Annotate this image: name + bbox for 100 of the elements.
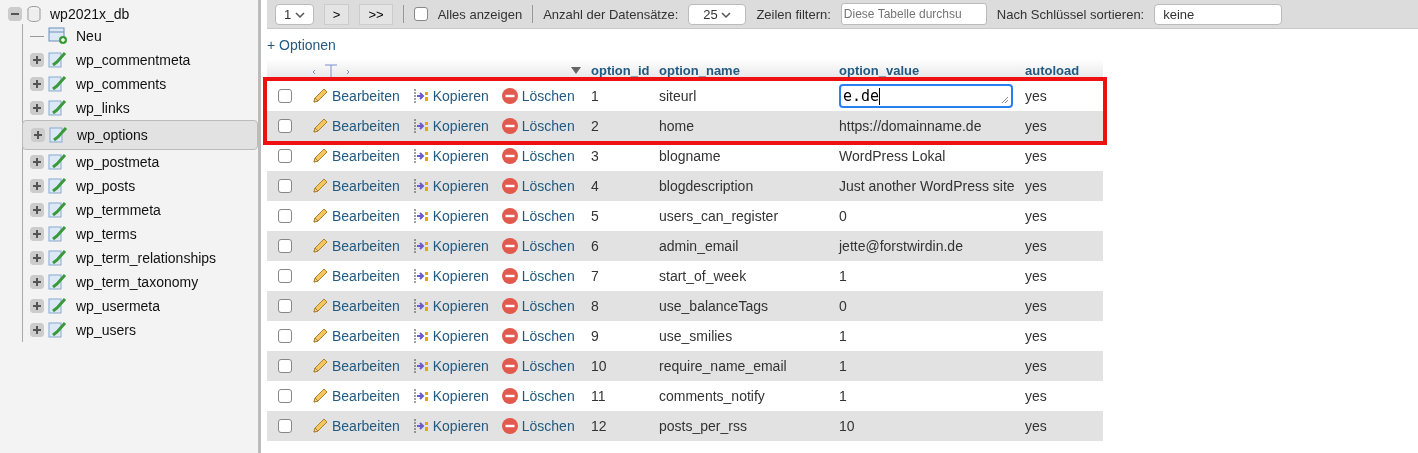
copy-link[interactable]: Kopieren xyxy=(411,117,489,135)
copy-link[interactable]: Kopieren xyxy=(411,147,489,165)
table-cell-text: 1 xyxy=(838,328,848,344)
table-cell-text: yes xyxy=(1024,268,1048,284)
table-cell-text: 1 xyxy=(838,388,848,404)
edit-link[interactable]: Bearbeiten xyxy=(311,387,400,405)
table-cell-text: 9 xyxy=(590,328,600,344)
table-name[interactable]: wp_term_relationships xyxy=(76,250,217,266)
table-cell-text: posts_per_rss xyxy=(658,418,748,434)
table-name[interactable]: wp_comments xyxy=(76,76,167,92)
table-cell-text: 10 xyxy=(590,358,608,374)
copy-link[interactable]: Kopieren xyxy=(411,237,489,255)
table-cell-text: use_balanceTags xyxy=(658,298,769,314)
copy-link[interactable]: Kopieren xyxy=(411,327,489,345)
copy-link[interactable]: Kopieren xyxy=(411,357,489,375)
table-cell-text: yes xyxy=(1024,208,1048,224)
delete-link[interactable]: Löschen xyxy=(500,117,575,135)
delete-link[interactable]: Löschen xyxy=(500,267,575,285)
edit-link[interactable]: Bearbeiten xyxy=(311,267,400,285)
delete-link[interactable]: Löschen xyxy=(500,387,575,405)
delete-link[interactable]: Löschen xyxy=(500,327,575,345)
next-page-button[interactable]: > xyxy=(323,3,350,25)
table-name[interactable]: wp_term_taxonomy xyxy=(76,274,199,290)
table-cell-text: Just another WordPress site xyxy=(838,178,1016,194)
sort-label: Nach Schlüssel sortieren: xyxy=(996,6,1145,22)
table-name[interactable]: wp_options xyxy=(77,127,148,143)
filter-label: Zeilen filtern: xyxy=(756,6,831,22)
last-page-button[interactable]: >> xyxy=(359,3,393,25)
rows-count-select[interactable]: 25 xyxy=(688,3,747,25)
edit-link[interactable]: Bearbeiten xyxy=(311,297,400,315)
inline-edit-field[interactable]: e.de xyxy=(839,84,1013,108)
table-name[interactable]: wp_links xyxy=(76,100,130,116)
delete-link[interactable]: Löschen xyxy=(500,417,575,435)
delete-link[interactable]: Löschen xyxy=(500,297,575,315)
table-cell-text: yes xyxy=(1024,328,1048,344)
column-header[interactable]: option_name xyxy=(655,62,835,78)
table-cell-text: 5 xyxy=(590,208,600,224)
column-header[interactable]: autoload xyxy=(1021,62,1099,78)
delete-link[interactable]: Löschen xyxy=(500,207,575,225)
table-cell-text: yes xyxy=(1024,88,1048,104)
table-cell-text: 4 xyxy=(590,178,600,194)
table-cell-text: 2 xyxy=(590,118,600,134)
table-cell-text: 11 xyxy=(590,388,607,404)
options-link[interactable]: + Optionen xyxy=(267,37,336,53)
edit-link[interactable]: Bearbeiten xyxy=(311,147,400,165)
table-cell-text: 6 xyxy=(590,238,600,254)
table-cell-text: yes xyxy=(1024,178,1048,194)
copy-link[interactable]: Kopieren xyxy=(411,297,489,315)
delete-link[interactable]: Löschen xyxy=(500,147,575,165)
sort-select[interactable]: keine xyxy=(1154,3,1283,25)
edit-link[interactable]: Bearbeiten xyxy=(311,87,400,105)
copy-link[interactable]: Kopieren xyxy=(411,267,489,285)
table-name[interactable]: wp_postmeta xyxy=(76,154,160,170)
table-name[interactable]: wp_users xyxy=(76,322,136,338)
table-cell-text: comments_notify xyxy=(658,388,766,404)
edit-link[interactable]: Bearbeiten xyxy=(311,117,400,135)
table-cell-text: blogdescription xyxy=(658,178,755,194)
edit-link[interactable]: Bearbeiten xyxy=(311,207,400,225)
filter-field[interactable]: Diese Tabelle durchsu xyxy=(840,3,987,25)
table-cell-text: 0 xyxy=(838,298,848,314)
table-cell-text: start_of_week xyxy=(658,268,748,284)
show-all-label: Alles anzeigen xyxy=(437,6,523,22)
delete-link[interactable]: Löschen xyxy=(500,357,575,375)
table-cell-text: home xyxy=(658,118,696,134)
table-cell-text: siteurl xyxy=(658,88,698,104)
copy-link[interactable]: Kopieren xyxy=(411,87,489,105)
delete-link[interactable]: Löschen xyxy=(500,237,575,255)
table-cell-text: admin_email xyxy=(658,238,740,254)
table-cell-text: 12 xyxy=(590,418,608,434)
column-header[interactable]: option_id xyxy=(587,62,655,78)
table-name[interactable]: wp_commentmeta xyxy=(76,52,191,68)
table-name[interactable]: wp_usermeta xyxy=(76,298,161,314)
table-name[interactable]: wp_terms xyxy=(76,226,137,242)
table-name[interactable]: wp_posts xyxy=(76,178,136,194)
table-cell-text: yes xyxy=(1024,118,1048,134)
edit-link[interactable]: Bearbeiten xyxy=(311,177,400,195)
copy-link[interactable]: Kopieren xyxy=(411,207,489,225)
table-cell-text: 8 xyxy=(590,298,600,314)
rows-count-label: Anzahl der Datensätze: xyxy=(543,6,679,22)
copy-link[interactable]: Kopieren xyxy=(411,177,489,195)
column-header[interactable]: option_value xyxy=(835,62,1021,78)
delete-link[interactable]: Löschen xyxy=(500,87,575,105)
edit-link[interactable]: Bearbeiten xyxy=(311,357,400,375)
new-table-link[interactable]: Neu xyxy=(76,28,102,44)
edit-link[interactable]: Bearbeiten xyxy=(311,237,400,255)
table-cell-text: https://domainname.de xyxy=(838,118,983,134)
table-cell-text: use_smilies xyxy=(658,328,734,344)
page-select[interactable]: 1 xyxy=(275,3,314,25)
copy-link[interactable]: Kopieren xyxy=(411,387,489,405)
table-cell-text: 10 xyxy=(838,418,856,434)
table-cell-text: jette@forstwirdin.de xyxy=(837,238,964,254)
table-cell-text: WordPress Lokal xyxy=(838,148,947,164)
edit-link[interactable]: Bearbeiten xyxy=(311,417,400,435)
edit-link[interactable]: Bearbeiten xyxy=(311,327,400,345)
copy-link[interactable]: Kopieren xyxy=(411,417,489,435)
table-name[interactable]: wp_termmeta xyxy=(76,202,161,218)
database-label[interactable]: wp2021x_db xyxy=(50,6,130,22)
table-cell-text: 1 xyxy=(838,358,848,374)
delete-link[interactable]: Löschen xyxy=(500,177,575,195)
table-cell-text: yes xyxy=(1024,238,1048,254)
